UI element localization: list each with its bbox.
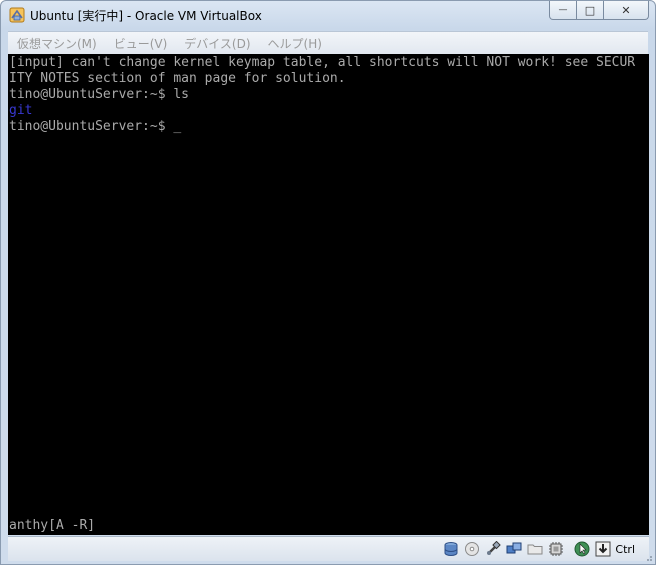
resize-grip-icon[interactable] bbox=[643, 552, 653, 562]
usb-icon[interactable] bbox=[484, 540, 502, 558]
input-method-status: anthy[A -R] bbox=[9, 518, 96, 533]
vm-console-screen[interactable]: [input] can't change kernel keymap table… bbox=[8, 54, 649, 535]
menu-item-machine[interactable]: 仮想マシン(M) bbox=[17, 35, 97, 52]
directory-entry: git bbox=[9, 103, 33, 118]
console-line: [input] can't change kernel keymap table… bbox=[9, 55, 636, 70]
menu-item-help[interactable]: ヘルプ(H) bbox=[268, 35, 322, 52]
maximize-button[interactable]: □ bbox=[577, 1, 604, 20]
virtualbox-window: Ubuntu [実行中] - Oracle VM VirtualBox — □ … bbox=[0, 0, 656, 565]
minimize-button[interactable]: — bbox=[549, 1, 577, 20]
cpu-virtualization-icon[interactable] bbox=[547, 540, 565, 558]
mouse-integration-icon[interactable] bbox=[573, 540, 591, 558]
close-button[interactable]: ✕ bbox=[604, 1, 649, 20]
window-title: Ubuntu [実行中] - Oracle VM VirtualBox bbox=[30, 9, 262, 23]
hard-disk-icon[interactable] bbox=[442, 540, 460, 558]
console-prompt-line: tino@UbuntuServer:~$ _ bbox=[9, 119, 181, 135]
shared-folder-icon[interactable] bbox=[526, 540, 544, 558]
close-icon: ✕ bbox=[621, 3, 631, 17]
minimize-icon: — bbox=[558, 5, 568, 15]
network-icon[interactable] bbox=[505, 540, 523, 558]
host-key-icon[interactable] bbox=[594, 540, 612, 558]
text-cursor: _ bbox=[173, 119, 182, 134]
caption-buttons: — □ ✕ bbox=[549, 1, 649, 21]
status-icons: Ctrl bbox=[439, 539, 635, 559]
host-key-label: Ctrl bbox=[615, 542, 635, 556]
status-bar: Ctrl bbox=[8, 536, 649, 561]
menu-bar: 仮想マシン(M) ビュー(V) デバイス(D) ヘルプ(H) bbox=[8, 31, 648, 54]
console-line: tino@UbuntuServer:~$ ls bbox=[9, 87, 190, 102]
menu-item-view[interactable]: ビュー(V) bbox=[114, 35, 168, 52]
menu-item-devices[interactable]: デバイス(D) bbox=[184, 35, 250, 52]
shell-prompt: tino@UbuntuServer:~$ bbox=[9, 119, 174, 134]
console-line: ITY NOTES section of man page for soluti… bbox=[9, 71, 346, 86]
virtualbox-app-icon bbox=[9, 7, 25, 23]
optical-drive-icon[interactable] bbox=[463, 540, 481, 558]
maximize-icon: □ bbox=[584, 3, 596, 17]
title-bar[interactable]: Ubuntu [実行中] - Oracle VM VirtualBox — □ … bbox=[1, 1, 655, 31]
